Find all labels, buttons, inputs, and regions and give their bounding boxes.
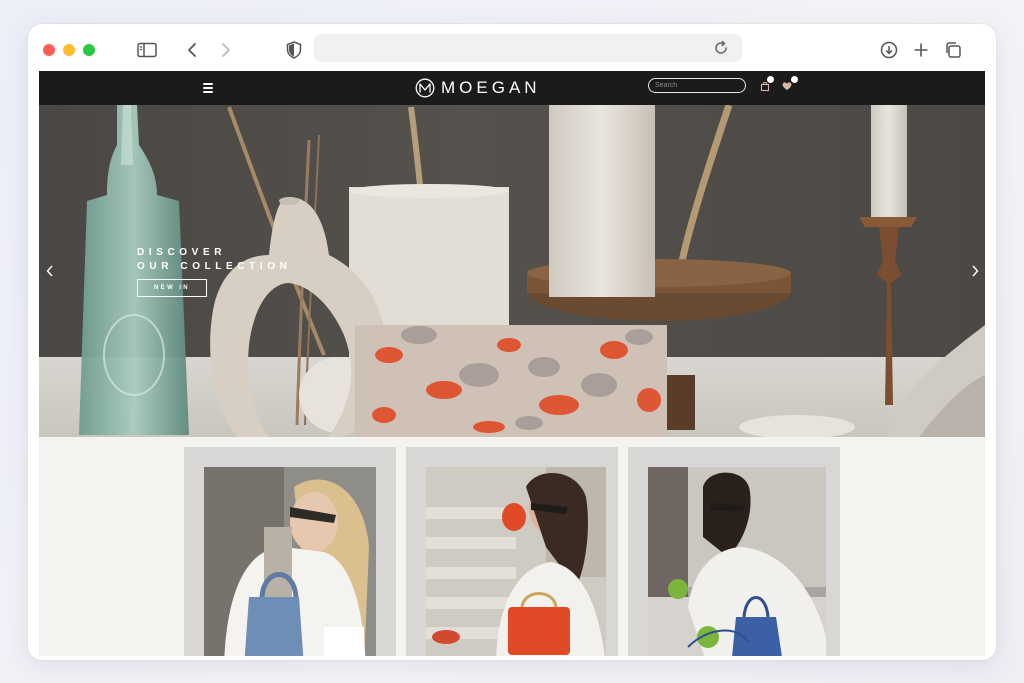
menu-icon[interactable]	[201, 81, 215, 95]
new-tab-icon[interactable]	[909, 38, 933, 62]
product-photo-red-bag	[426, 467, 606, 656]
product-card[interactable]	[628, 447, 840, 656]
product-card[interactable]	[184, 447, 396, 656]
brand-name: MOEGAN	[441, 78, 541, 97]
download-icon[interactable]	[877, 38, 901, 62]
wishlist-count-badge	[791, 76, 798, 83]
web-page: MOEGAN Search DISCOVER OUR COLLECTION NE…	[39, 71, 985, 656]
brand-logo[interactable]: MOEGAN	[415, 76, 541, 100]
product-card[interactable]	[406, 447, 618, 656]
search-input[interactable]	[648, 78, 746, 93]
minimize-window-button[interactable]	[63, 44, 75, 56]
product-grid	[39, 437, 985, 656]
site-header: MOEGAN	[39, 71, 985, 105]
browser-toolbar	[28, 24, 996, 71]
forward-icon[interactable]	[213, 38, 237, 62]
product-photo-denim-bag	[204, 467, 376, 656]
new-in-button[interactable]: NEW IN	[137, 279, 207, 297]
browser-window: MOEGAN Search DISCOVER OUR COLLECTION NE…	[28, 24, 996, 660]
tabs-icon[interactable]	[941, 38, 965, 62]
address-bar[interactable]	[314, 34, 742, 62]
chevron-right-icon[interactable]	[968, 263, 982, 279]
back-icon[interactable]	[181, 38, 205, 62]
hero-banner[interactable]: DISCOVER OUR COLLECTION NEW IN	[39, 105, 985, 437]
close-window-button[interactable]	[43, 44, 55, 56]
hero-caption: DISCOVER OUR COLLECTION NEW IN	[137, 246, 291, 297]
product-photo-blue-bucket-bag	[648, 467, 826, 656]
hero-headline-line-2: OUR COLLECTION	[137, 261, 292, 272]
bag-count-badge	[767, 76, 774, 83]
chevron-left-icon[interactable]	[43, 263, 57, 279]
logo-mark-icon	[415, 78, 435, 98]
sidebar-icon[interactable]	[135, 38, 159, 62]
hero-headline-line-1: DISCOVER	[137, 247, 227, 258]
maximize-window-button[interactable]	[83, 44, 95, 56]
reload-icon[interactable]	[712, 39, 730, 57]
shield-icon[interactable]	[282, 38, 306, 62]
